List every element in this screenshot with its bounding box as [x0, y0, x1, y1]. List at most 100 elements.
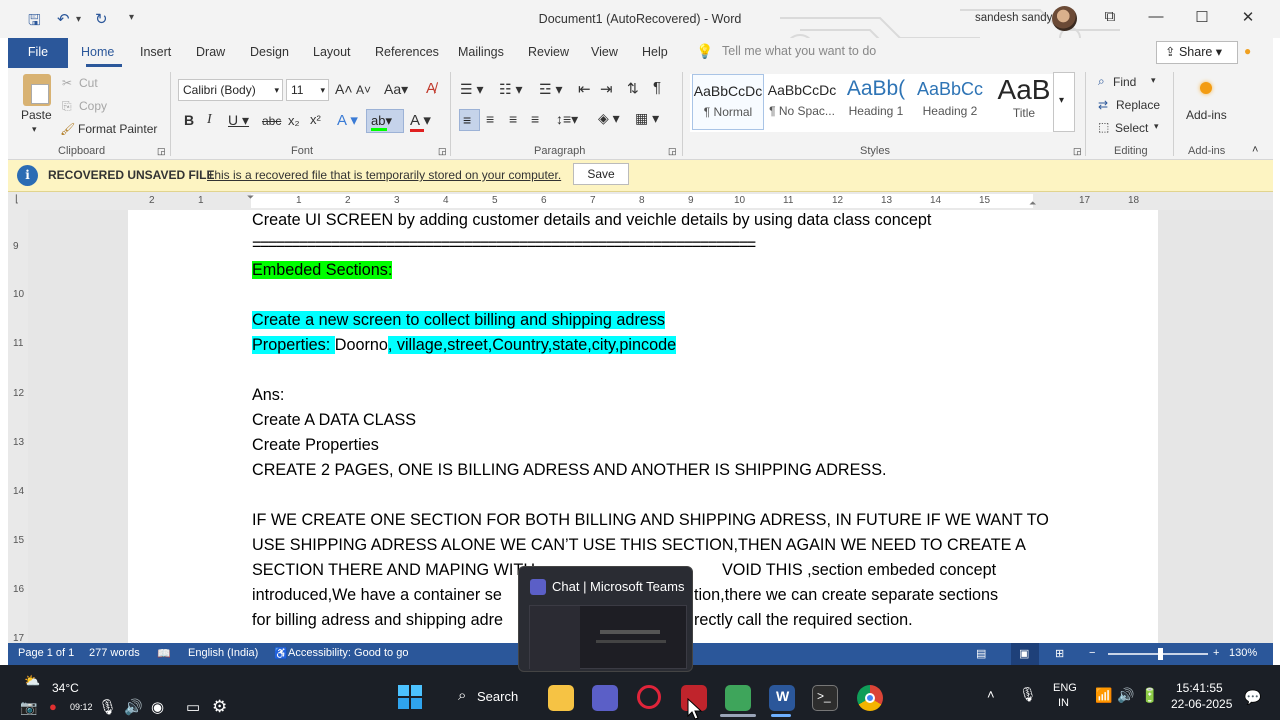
paste-icon[interactable]: [23, 74, 51, 106]
teams-preview-popup[interactable]: Chat | Microsoft Teams: [518, 566, 693, 672]
doc-line[interactable]: Properties: Doorno, village,street,Count…: [252, 335, 677, 356]
add-ins-button[interactable]: Add-ins: [1186, 108, 1227, 122]
page-count[interactable]: Page 1 of 1: [18, 647, 74, 659]
record-icon[interactable]: ●: [49, 699, 57, 714]
bullets-icon[interactable]: ☰ ▾: [460, 81, 483, 98]
tell-me-search[interactable]: Tell me what you want to do: [722, 44, 876, 58]
tab-selector-icon[interactable]: ⌊: [15, 194, 19, 205]
underline-icon[interactable]: U ▾: [228, 112, 249, 129]
add-ins-icon[interactable]: [1200, 82, 1212, 94]
web-layout-icon[interactable]: ⊞: [1055, 647, 1064, 660]
align-left-icon[interactable]: ≡: [459, 109, 480, 131]
word-count[interactable]: 277 words: [89, 647, 140, 659]
wifi-icon[interactable]: 📶: [1095, 687, 1112, 704]
zoom-in-icon[interactable]: +: [1213, 647, 1219, 659]
user-avatar[interactable]: [1052, 6, 1077, 31]
select-button[interactable]: Select: [1115, 121, 1148, 135]
doc-line[interactable]: Create UI SCREEN by adding customer deta…: [252, 210, 931, 231]
terminal-icon[interactable]: >_: [812, 685, 838, 711]
tab-home[interactable]: Home: [81, 45, 114, 59]
language-region[interactable]: IN: [1058, 697, 1069, 709]
font-name-box[interactable]: Calibri (Body) ▾: [178, 79, 283, 101]
subscript-icon[interactable]: x₂: [288, 113, 300, 128]
infobar-save-button[interactable]: Save: [573, 163, 629, 185]
taskbar-search[interactable]: Search: [477, 689, 518, 704]
webcam-icon[interactable]: ◉: [151, 698, 164, 716]
text-effects-icon[interactable]: A ▾: [337, 111, 358, 129]
notifications-icon[interactable]: 💬: [1244, 689, 1261, 706]
tab-references[interactable]: References: [375, 45, 439, 59]
infobar-message-link[interactable]: This is a recovered file that is tempora…: [207, 168, 561, 182]
chrome-icon[interactable]: [857, 685, 883, 711]
justify-icon[interactable]: ≡: [531, 111, 539, 127]
collapse-ribbon-icon[interactable]: ˄: [1252, 144, 1258, 156]
maximize-button[interactable]: ☐: [1187, 8, 1217, 26]
weather-icon[interactable]: ⛅: [24, 673, 40, 689]
zoom-level[interactable]: 130%: [1229, 647, 1257, 659]
font-launcher-icon[interactable]: ◲: [438, 146, 447, 157]
paste-dropdown-icon[interactable]: ▾: [32, 124, 37, 135]
styles-launcher-icon[interactable]: ◲: [1073, 146, 1082, 157]
zoom-out-icon[interactable]: −: [1089, 647, 1095, 659]
microphone-tray-icon[interactable]: 🎙: [1019, 686, 1037, 703]
print-layout-button[interactable]: ▣: [1011, 643, 1039, 665]
increase-indent-icon[interactable]: ⇥: [600, 80, 613, 98]
tab-design[interactable]: Design: [250, 45, 289, 59]
tab-draw[interactable]: Draw: [196, 45, 225, 59]
tab-layout[interactable]: Layout: [313, 45, 351, 59]
minimize-button[interactable]: —: [1141, 8, 1171, 25]
doc-line[interactable]: Create a new screen to collect billing a…: [252, 310, 666, 331]
align-right-icon[interactable]: ≡: [509, 111, 517, 127]
format-painter-button[interactable]: Format Painter: [78, 122, 157, 136]
right-indent-marker-icon[interactable]: ⏶: [1029, 198, 1036, 209]
doc-line[interactable]: Create A DATA CLASS: [252, 410, 416, 431]
battery-icon[interactable]: 🔋: [1141, 687, 1158, 704]
doc-line[interactable]: USE SHIPPING ADRESS ALONE WE CAN’T USE T…: [252, 535, 1026, 556]
multilevel-list-icon[interactable]: ☲ ▾: [539, 81, 562, 98]
grow-font-icon[interactable]: A˄: [335, 81, 353, 97]
proofing-icon[interactable]: 📖: [157, 647, 171, 660]
tab-view[interactable]: View: [591, 45, 618, 59]
align-center-icon[interactable]: ≡: [486, 111, 494, 127]
doc-line[interactable]: ========================================…: [252, 235, 756, 256]
microphone-icon[interactable]: 🎙: [98, 698, 117, 716]
windows-start-icon[interactable]: [398, 685, 422, 709]
italic-icon[interactable]: I: [207, 112, 212, 128]
line-spacing-icon[interactable]: ↕≡▾: [556, 111, 578, 128]
language-indicator[interactable]: English (India): [188, 647, 258, 659]
clock-time[interactable]: 15:41:55: [1176, 681, 1223, 695]
superscript-icon[interactable]: x²: [310, 112, 321, 127]
shading-icon[interactable]: ◈ ▾: [598, 110, 620, 127]
tab-help[interactable]: Help: [642, 45, 668, 59]
find-button[interactable]: Find: [1113, 75, 1136, 89]
borders-icon[interactable]: ▦ ▾: [635, 110, 659, 127]
doc-line[interactable]: VOID THIS ,section embeded concept: [722, 560, 996, 581]
cut-button[interactable]: Cut: [79, 76, 98, 90]
doc-line[interactable]: IF WE CREATE ONE SECTION FOR BOTH BILLIN…: [252, 510, 1049, 531]
speaker-icon[interactable]: 🔊: [124, 698, 143, 716]
clipboard-launcher-icon[interactable]: ◲: [157, 146, 166, 157]
word-icon[interactable]: W: [769, 685, 795, 711]
vertical-ruler[interactable]: 9 10 11 12 13 14 15 16 17: [8, 210, 28, 643]
tab-file[interactable]: File: [8, 38, 68, 68]
paste-button[interactable]: Paste: [21, 108, 52, 122]
highlight-button[interactable]: ab▾: [366, 109, 404, 133]
close-button[interactable]: ✕: [1233, 8, 1263, 26]
font-size-box[interactable]: 11 ▾: [286, 79, 329, 101]
bold-icon[interactable]: B: [184, 112, 194, 128]
font-color-icon[interactable]: A ▾: [410, 111, 431, 129]
style-normal[interactable]: AaBbCcDc ¶ Normal: [692, 74, 764, 130]
change-case-icon[interactable]: Aa▾: [384, 81, 408, 98]
doc-line[interactable]: tion,there we can create separate sectio…: [694, 585, 998, 606]
doc-line[interactable]: Ans:: [252, 385, 284, 406]
style-heading-2[interactable]: AaBbCc Heading 2: [914, 74, 986, 130]
language-eng[interactable]: ENG: [1053, 682, 1077, 694]
teams-preview-thumbnail[interactable]: [529, 605, 687, 670]
doc-line[interactable]: for billing adress and shipping adre: [252, 610, 503, 631]
user-name[interactable]: sandesh sandy: [975, 12, 1052, 24]
app-green-icon[interactable]: [725, 685, 751, 711]
share-button[interactable]: ⇪ Share ▾: [1156, 41, 1238, 64]
tab-review[interactable]: Review: [528, 45, 569, 59]
accessibility-status[interactable]: Accessibility: Good to go: [288, 647, 408, 659]
show-paragraph-marks-icon[interactable]: ¶: [653, 79, 661, 96]
